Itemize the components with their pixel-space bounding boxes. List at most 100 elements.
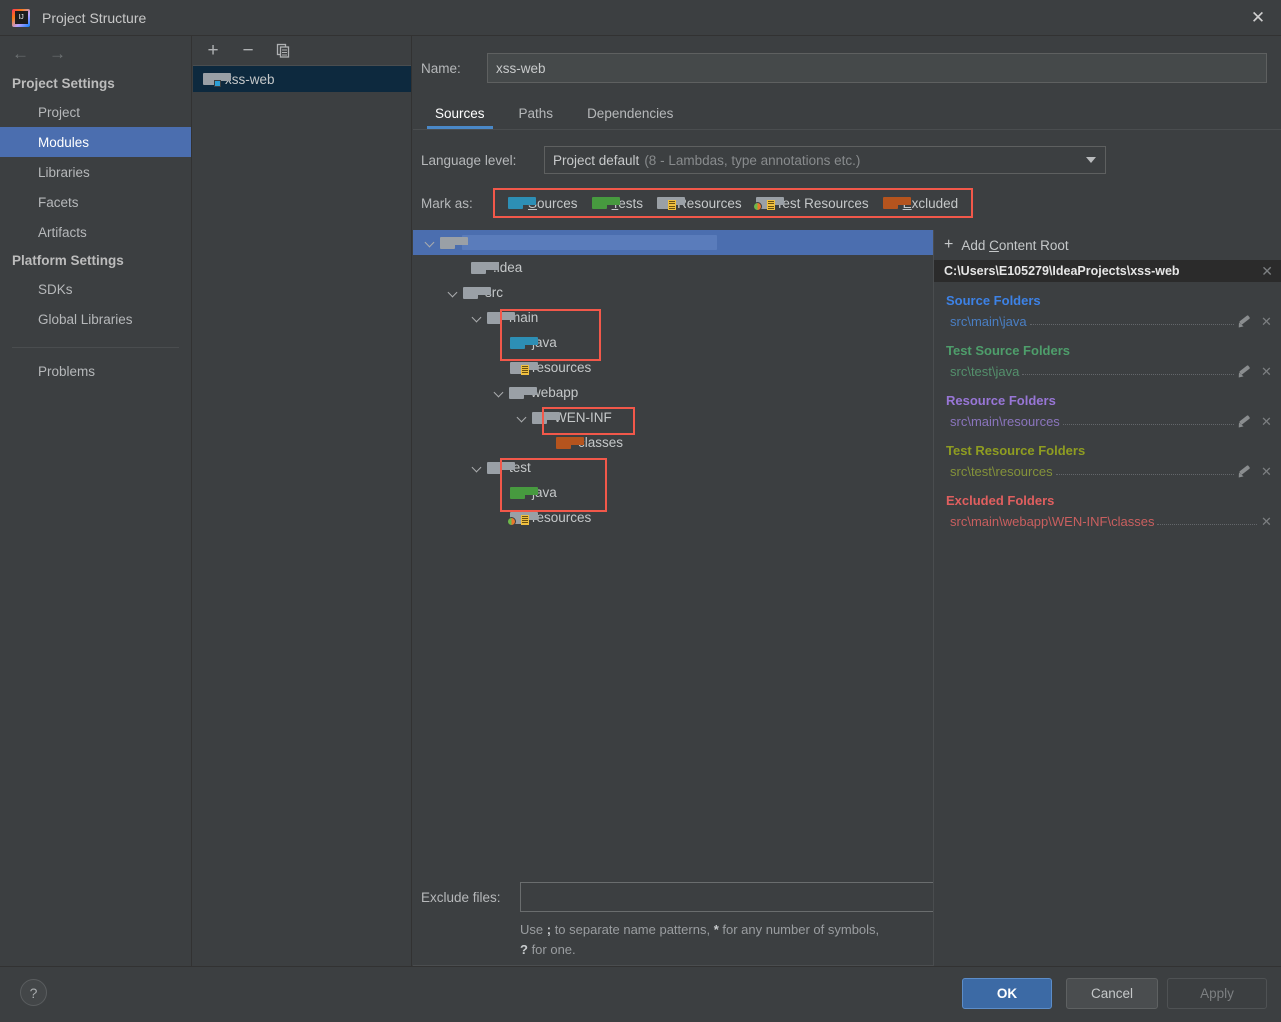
folder-entry-row[interactable]: src\main\webapp\WEN-INF\classes ✕ <box>934 511 1281 532</box>
sidebar-item-artifacts[interactable]: Artifacts <box>0 217 191 247</box>
folder-path: src\main\java <box>950 314 1027 329</box>
folder-blue-icon <box>510 336 538 349</box>
mark-as-resources-button[interactable]: Resources <box>650 196 749 211</box>
folder-path: src\main\webapp\WEN-INF\classes <box>950 514 1155 529</box>
folder-gray-icon <box>487 461 515 474</box>
intellij-idea-icon: IJ <box>12 8 30 27</box>
forward-arrow-icon[interactable]: → <box>49 45 66 62</box>
add-content-root-label: Add Content Root <box>961 237 1069 253</box>
remove-folder-icon[interactable]: ✕ <box>1260 365 1273 378</box>
chevron-down-icon[interactable] <box>447 286 460 299</box>
edit-pencil-icon[interactable] <box>1237 415 1252 429</box>
apply-button[interactable]: Apply <box>1167 978 1267 1009</box>
dotted-leader <box>1029 315 1234 325</box>
folder-resources-icon <box>657 197 686 210</box>
language-level-value: Project default <box>553 152 640 168</box>
folder-gray-icon <box>532 411 560 424</box>
folder-entry-row[interactable]: src\test\java ✕ <box>934 361 1281 382</box>
tab-paths[interactable]: Paths <box>505 106 568 129</box>
settings-sidebar: ← → Project Settings Project Modules Lib… <box>0 36 192 966</box>
dotted-leader <box>1055 465 1234 475</box>
mark-as-row: Mark as: Sources Tests Resources Test Re… <box>421 188 1281 218</box>
folder-resources-icon <box>510 361 538 375</box>
edit-pencil-icon[interactable] <box>1237 315 1252 329</box>
sidebar-item-global-libraries[interactable]: Global Libraries <box>0 304 191 334</box>
remove-folder-icon[interactable]: ✕ <box>1260 515 1273 528</box>
folder-test-resources-icon <box>507 511 538 526</box>
folder-orange-icon <box>882 197 911 209</box>
content-root-path-header: C:\Users\E105279\IdeaProjects\xss-web ✕ <box>934 260 1281 282</box>
tree-node-label: webapp <box>531 385 579 400</box>
project-structure-dialog: IJ Project Structure ✕ ← → Project Setti… <box>0 0 1281 1022</box>
mark-as-label: Mark as: <box>421 195 473 211</box>
content-root-panel: + Add Content Root C:\Users\E105279\Idea… <box>933 230 1281 966</box>
module-list-toolbar: + − <box>193 36 411 66</box>
mark-as-test-resources-button[interactable]: Test Resources <box>749 196 876 211</box>
cancel-button[interactable]: Cancel <box>1066 978 1158 1009</box>
folder-entry-row[interactable]: src\main\resources ✕ <box>934 411 1281 432</box>
group-test-resource-folders: Test Resource Folders src\test\resources… <box>934 443 1281 482</box>
chevron-down-icon[interactable] <box>516 411 529 424</box>
exclude-files-label: Exclude files: <box>421 889 501 905</box>
window-title: Project Structure <box>42 9 147 26</box>
add-module-icon[interactable]: + <box>201 39 225 63</box>
chevron-down-icon[interactable] <box>424 236 437 249</box>
mark-as-test-resources-label: Test Resources <box>775 195 869 211</box>
module-tabs: Sources Paths Dependencies <box>421 95 1281 129</box>
module-list-item-xss-web[interactable]: xss-web <box>193 66 411 92</box>
folder-gray-icon <box>487 311 515 324</box>
mark-as-excluded-button[interactable]: Excluded <box>876 196 966 211</box>
remove-folder-icon[interactable]: ✕ <box>1260 415 1273 428</box>
sidebar-item-facets[interactable]: Facets <box>0 187 191 217</box>
group-resource-folders: Resource Folders src\main\resources ✕ <box>934 393 1281 432</box>
folder-gray-icon <box>509 386 537 399</box>
title-bar: IJ Project Structure ✕ <box>0 0 1281 36</box>
sidebar-divider <box>12 347 179 348</box>
tab-dependencies[interactable]: Dependencies <box>573 106 687 129</box>
tree-root-label <box>462 235 717 250</box>
group-excluded-folders: Excluded Folders src\main\webapp\WEN-INF… <box>934 493 1281 532</box>
remove-content-root-icon[interactable]: ✕ <box>1261 264 1273 278</box>
add-content-root-button[interactable]: + Add Content Root <box>934 230 1281 260</box>
folder-blue-icon <box>508 197 536 209</box>
close-icon[interactable]: ✕ <box>1235 0 1281 35</box>
sidebar-item-sdks[interactable]: SDKs <box>0 274 191 304</box>
dotted-leader <box>1062 415 1234 425</box>
chevron-down-icon[interactable] <box>493 386 506 399</box>
sidebar-group-platform-settings: Platform Settings <box>12 253 124 268</box>
remove-module-icon[interactable]: − <box>236 39 260 63</box>
folder-entry-row[interactable]: src\test\resources ✕ <box>934 461 1281 482</box>
remove-folder-icon[interactable]: ✕ <box>1260 465 1273 478</box>
mark-as-tests-button[interactable]: Tests <box>585 196 651 211</box>
remove-folder-icon[interactable]: ✕ <box>1260 315 1273 328</box>
folder-entry-row[interactable]: src\main\java ✕ <box>934 311 1281 332</box>
sidebar-item-project[interactable]: Project <box>0 97 191 127</box>
group-title: Test Source Folders <box>946 343 1071 358</box>
tree-node-label: resources <box>532 360 592 375</box>
chevron-down-icon <box>1086 157 1096 163</box>
chevron-down-icon[interactable] <box>471 311 484 324</box>
folder-path: src\main\resources <box>950 414 1060 429</box>
sidebar-item-libraries[interactable]: Libraries <box>0 157 191 187</box>
copy-module-icon[interactable] <box>271 39 295 63</box>
language-level-select[interactable]: Project default (8 - Lambdas, type annot… <box>544 146 1106 174</box>
tab-sources[interactable]: Sources <box>421 106 499 129</box>
module-name-input[interactable]: xss-web <box>487 53 1267 83</box>
dotted-leader <box>1022 365 1234 375</box>
back-arrow-icon[interactable]: ← <box>12 45 29 62</box>
sidebar-item-modules[interactable]: Modules <box>0 127 191 157</box>
sidebar-item-problems[interactable]: Problems <box>0 356 191 386</box>
language-level-label: Language level: <box>421 152 517 168</box>
help-button[interactable]: ? <box>20 979 47 1006</box>
module-name-row: Name: xss-web <box>421 53 1267 83</box>
group-title: Excluded Folders <box>946 493 1055 508</box>
mark-as-sources-button[interactable]: Sources <box>501 196 585 211</box>
chevron-down-icon[interactable] <box>471 461 484 474</box>
group-source-folders: Source Folders src\main\java ✕ <box>934 293 1281 332</box>
ok-button[interactable]: OK <box>962 978 1052 1009</box>
edit-pencil-icon[interactable] <box>1237 365 1252 379</box>
group-title: Source Folders <box>946 293 1041 308</box>
mark-as-resources-label: Resources <box>677 195 742 211</box>
edit-pencil-icon[interactable] <box>1237 465 1252 479</box>
module-list-panel: + − xss-web <box>193 36 412 966</box>
